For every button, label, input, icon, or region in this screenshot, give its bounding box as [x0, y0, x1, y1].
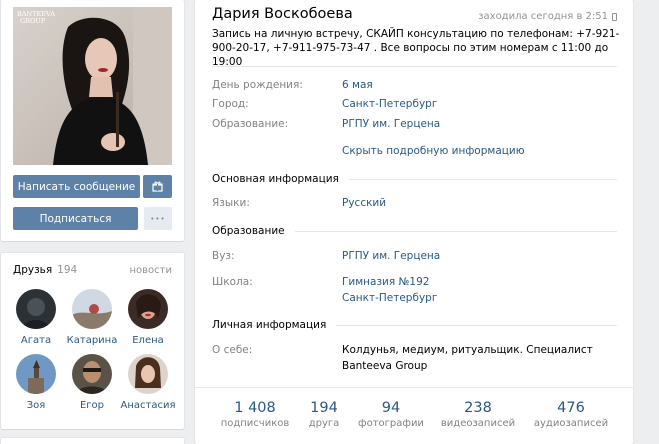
friend-name[interactable]: Елена: [120, 335, 176, 346]
online-text: заходила сегодня в 2:51: [478, 11, 608, 22]
counter-label: аудиозаписей: [533, 418, 609, 429]
profile-photo[interactable]: BANTEEVA GROUP: [13, 7, 172, 165]
section-personal-info: Личная информация: [212, 319, 617, 331]
mobile-icon: [612, 12, 617, 21]
subscribe-label: Подписаться: [39, 212, 112, 225]
friend-item[interactable]: Зоя: [8, 354, 64, 411]
more-dots-icon: •••: [150, 214, 166, 223]
friend-name[interactable]: Егор: [64, 400, 120, 411]
counter-number: 94: [381, 400, 401, 416]
friend-name[interactable]: Агата: [8, 335, 64, 346]
watermark-line-2: GROUP: [20, 17, 46, 25]
counter-number: 476: [557, 400, 585, 416]
avatar-card: BANTEEVA GROUP Написать сообщение Подпис…: [1, 0, 184, 241]
send-message-button[interactable]: Написать сообщение: [13, 175, 140, 198]
send-message-label: Написать сообщение: [17, 180, 136, 193]
section-title: Личная информация: [212, 319, 327, 331]
counter-label: видеозаписей: [440, 418, 516, 429]
friend-avatar[interactable]: [72, 354, 112, 394]
university-value[interactable]: РГПУ им. Герцена: [342, 248, 440, 264]
city-label: Город:: [212, 98, 249, 110]
section-line: [294, 230, 617, 232]
next-block: [1, 438, 184, 444]
education-label: Образование:: [212, 118, 289, 130]
section-title: Основная информация: [212, 173, 339, 185]
friend-avatar[interactable]: [16, 289, 56, 329]
school-value[interactable]: Гимназия №192: [342, 274, 429, 290]
more-actions-button[interactable]: •••: [144, 207, 172, 230]
friend-avatar[interactable]: [128, 289, 168, 329]
profile-info-card: Дария Воскобоева заходила сегодня в 2:51…: [195, 0, 633, 444]
profile-counters: 1 408 подписчиков 194 друга 94 фотографи…: [195, 387, 633, 444]
section-line: [348, 178, 617, 180]
counter-label: подписчиков: [220, 418, 290, 429]
section-main-info: Основная информация: [212, 173, 617, 185]
friend-avatar[interactable]: [128, 354, 168, 394]
about-label: О себе:: [212, 344, 253, 356]
friends-count: 194: [57, 264, 78, 276]
school-city-value[interactable]: Санкт-Петербург: [342, 290, 437, 306]
friend-avatar[interactable]: [72, 289, 112, 329]
counter-videos[interactable]: 238 видеозаписей: [438, 400, 518, 429]
friends-title-group[interactable]: Друзья 194: [13, 264, 77, 276]
subscribe-button[interactable]: Подписаться: [13, 207, 138, 230]
counter-number: 1 408: [234, 400, 276, 416]
section-education: Образование: [212, 225, 617, 237]
friend-name[interactable]: Катарина: [64, 335, 120, 346]
university-label: Вуз:: [212, 250, 235, 262]
section-line: [336, 324, 617, 326]
counter-audio[interactable]: 476 аудиозаписей: [531, 400, 611, 429]
languages-label: Языки:: [212, 197, 250, 209]
birthday-label: День рождения:: [212, 79, 303, 91]
school-label: Школа:: [212, 276, 253, 288]
profile-name: Дария Воскобоева: [212, 6, 353, 22]
gift-button[interactable]: [143, 175, 172, 198]
friend-item[interactable]: Анастасия: [120, 354, 176, 411]
friend-item[interactable]: Агата: [8, 289, 64, 346]
counter-photos[interactable]: 94 фотографии: [351, 400, 431, 429]
birthday-value[interactable]: 6 мая: [342, 77, 373, 93]
counter-followers[interactable]: 1 408 подписчиков: [215, 400, 295, 429]
friend-item[interactable]: Елена: [120, 289, 176, 346]
counter-label: фотографии: [358, 418, 424, 429]
online-status: заходила сегодня в 2:51: [478, 11, 617, 22]
city-value[interactable]: Санкт-Петербург: [342, 96, 437, 112]
friends-block: Друзья 194 новости Агата Катарина Елена З…: [1, 253, 184, 429]
friends-title[interactable]: Друзья: [13, 264, 52, 276]
profile-status: Запись на личную встречу, СКАЙП консульт…: [212, 28, 620, 68]
gift-icon: [152, 181, 163, 192]
friend-item[interactable]: Егор: [64, 354, 120, 411]
about-value: Колдунья, медиум, ритуальщик. Специалист…: [342, 344, 593, 372]
divider: [212, 66, 617, 67]
friend-item[interactable]: Катарина: [64, 289, 120, 346]
section-title: Образование: [212, 225, 285, 237]
friends-header: Друзья 194 новости: [13, 263, 172, 277]
toggle-details-link[interactable]: Скрыть подробную информацию: [342, 143, 525, 159]
friend-name[interactable]: Анастасия: [120, 400, 176, 411]
friend-avatar[interactable]: [16, 354, 56, 394]
counter-number: 238: [464, 400, 492, 416]
friends-news-link[interactable]: новости: [130, 265, 173, 276]
education-value[interactable]: РГПУ им. Герцена: [342, 116, 440, 132]
friend-name[interactable]: Зоя: [8, 400, 64, 411]
languages-value[interactable]: Русский: [342, 195, 386, 211]
photo-watermark: BANTEEVA GROUP: [17, 11, 55, 25]
